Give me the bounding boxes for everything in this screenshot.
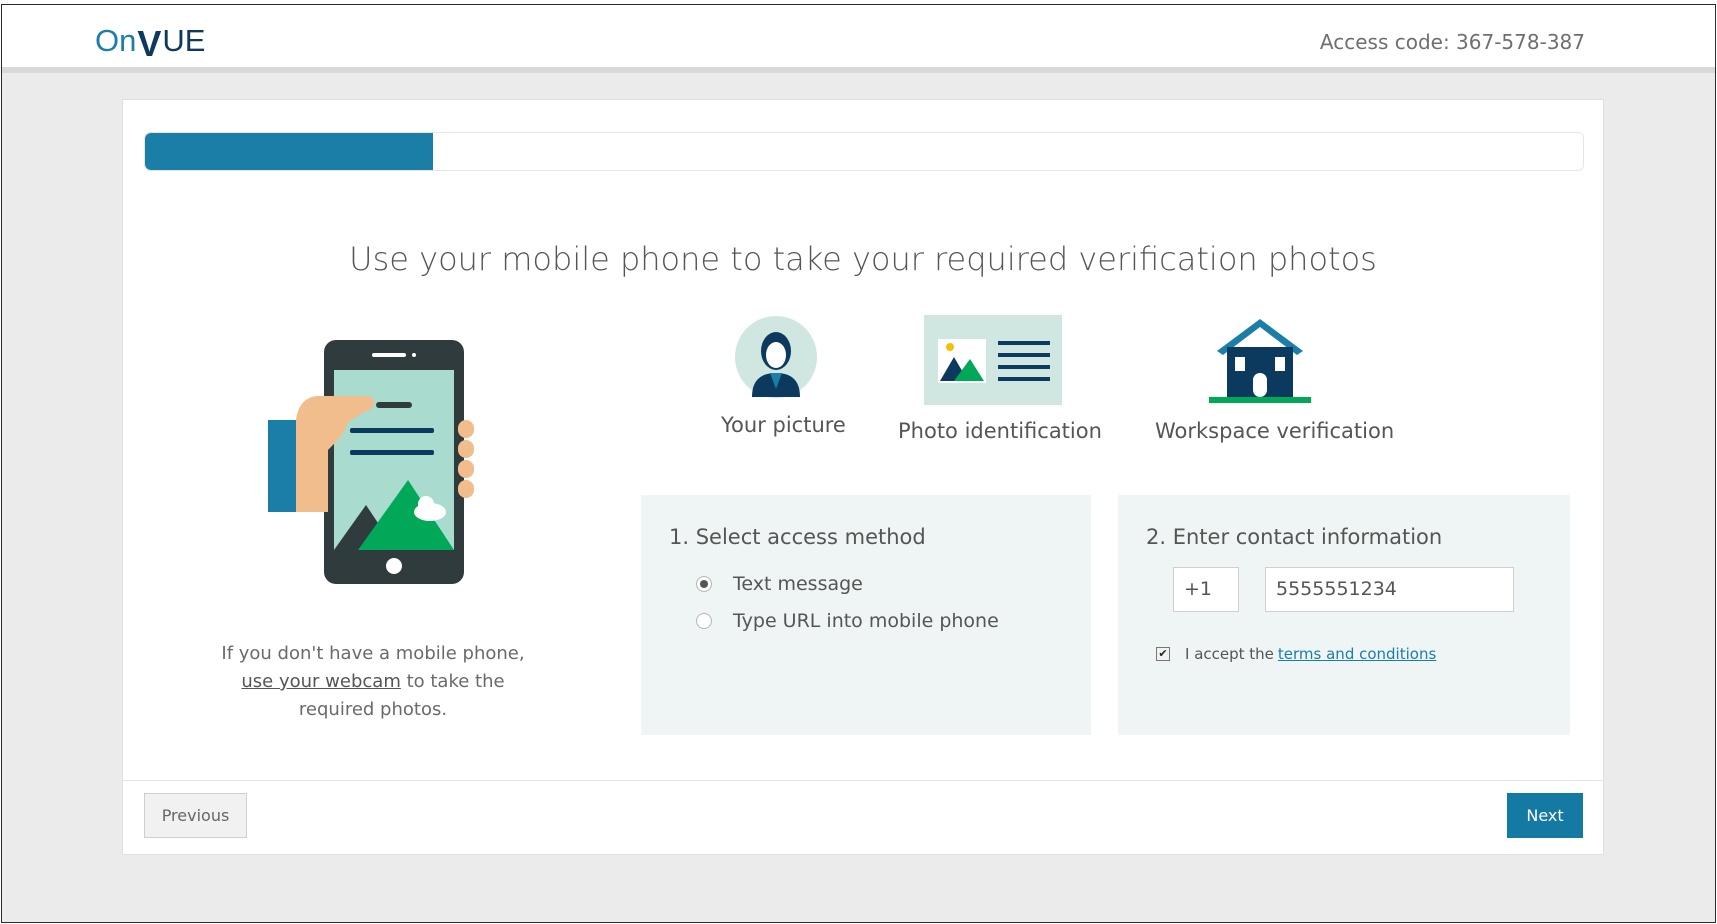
option-type-url[interactable]: Type URL into mobile phone — [696, 610, 999, 632]
phone-number-field[interactable]: 5555551234 — [1265, 567, 1514, 612]
top-bar: On V UE Access code: 367-578-387 — [2, 5, 1715, 73]
progress-fill — [145, 133, 433, 170]
footer-divider — [123, 780, 1603, 781]
main-card: Use your mobile phone to take your requi… — [122, 99, 1604, 855]
radio-button[interactable] — [696, 613, 712, 629]
access-code: Access code: 367-578-387 — [1319, 30, 1585, 54]
next-button[interactable]: Next — [1507, 793, 1583, 838]
person-icon — [735, 316, 817, 398]
country-code-field[interactable]: +1 — [1173, 567, 1239, 612]
step-workspace-verification: Workspace verification — [1155, 315, 1395, 443]
id-card-icon — [924, 315, 1062, 405]
step-label: Workspace verification — [1155, 419, 1395, 443]
app-window: On V UE Access code: 367-578-387 Use your … — [1, 4, 1716, 923]
step-photo-identification: Photo identification — [898, 315, 1102, 443]
step-label: Your picture — [721, 413, 846, 437]
house-icon — [1209, 319, 1311, 403]
step-label: Photo identification — [898, 419, 1102, 443]
access-method-panel: 1. Select access method Text message Typ… — [641, 495, 1091, 735]
option-text-message[interactable]: Text message — [696, 573, 863, 595]
page-title: Use your mobile phone to take your requi… — [349, 240, 1377, 278]
contact-info-panel: 2. Enter contact information +1 55555512… — [1118, 495, 1570, 735]
terms-link[interactable]: terms and conditions — [1278, 645, 1436, 663]
webcam-note: If you don't have a mobile phone, use yo… — [221, 643, 525, 720]
access-method-title: 1. Select access method — [669, 525, 926, 549]
contact-info-title: 2. Enter contact information — [1146, 525, 1443, 549]
step-your-picture: Your picture — [721, 315, 846, 437]
radio-button[interactable] — [696, 576, 712, 592]
terms-checkbox[interactable]: ✔ — [1156, 647, 1170, 661]
onvue-logo: On V UE — [95, 23, 206, 64]
use-webcam-link[interactable]: use your webcam — [241, 671, 400, 692]
progress-bar — [144, 132, 1584, 171]
phone-hand-illustration — [268, 340, 474, 584]
previous-button[interactable]: Previous — [144, 793, 247, 838]
terms-row: ✔ I accept the terms and conditions — [1156, 645, 1436, 663]
